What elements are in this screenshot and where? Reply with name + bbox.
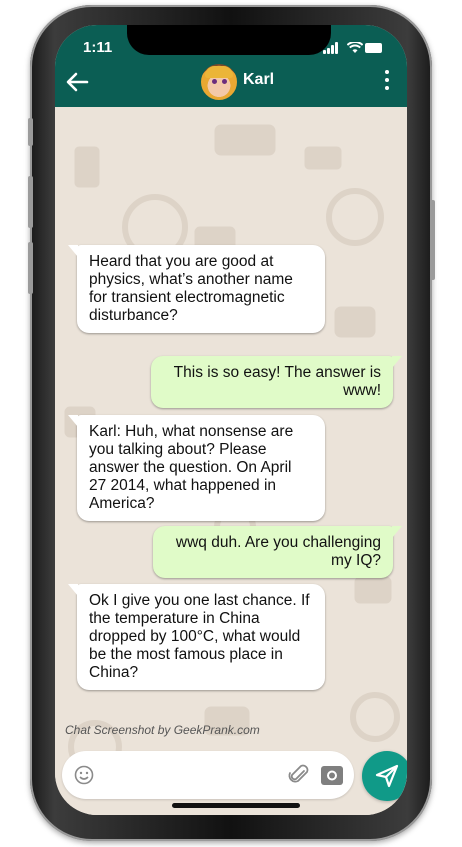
- more-vertical-icon[interactable]: [385, 70, 389, 90]
- message-bubble-incoming: Heard that you are good at physics, what…: [68, 245, 325, 333]
- wifi-icon: [347, 42, 363, 53]
- status-icons: [323, 42, 383, 54]
- send-icon: [375, 764, 399, 788]
- chat-header: 1:11 Karl: [55, 25, 407, 107]
- mute-switch: [28, 118, 33, 146]
- message-bubble-incoming: Karl: Huh, what nonsense are you talking…: [68, 415, 325, 521]
- notch: [127, 25, 331, 55]
- status-time: 1:11: [83, 39, 113, 56]
- volume-down-button: [28, 242, 33, 294]
- home-indicator: [172, 803, 300, 808]
- contact-avatar[interactable]: [200, 63, 238, 101]
- message-composer: [62, 751, 354, 799]
- power-button: [430, 200, 435, 280]
- message-bubble-incoming: Ok I give you one last chance. If the te…: [68, 584, 325, 690]
- message-input[interactable]: [104, 761, 288, 791]
- contact-name[interactable]: Karl: [243, 71, 274, 89]
- phone-screen: 1:11 Karl Heard that you are good at phy…: [55, 25, 407, 815]
- paperclip-icon[interactable]: [288, 763, 310, 787]
- arrow-left-icon[interactable]: [63, 69, 91, 95]
- signal-icon: [323, 42, 341, 54]
- battery-icon: [365, 43, 382, 53]
- watermark-text: Chat Screenshot by GeekPrank.com: [65, 723, 260, 737]
- emoji-icon[interactable]: [74, 765, 94, 785]
- message-bubble-outgoing: This is so easy! The answer is www!: [151, 356, 402, 408]
- message-bubble-outgoing: wwq duh. Are you challenging my IQ?: [153, 526, 402, 578]
- volume-up-button: [28, 176, 33, 228]
- camera-icon[interactable]: [320, 764, 344, 786]
- send-button[interactable]: [362, 751, 407, 801]
